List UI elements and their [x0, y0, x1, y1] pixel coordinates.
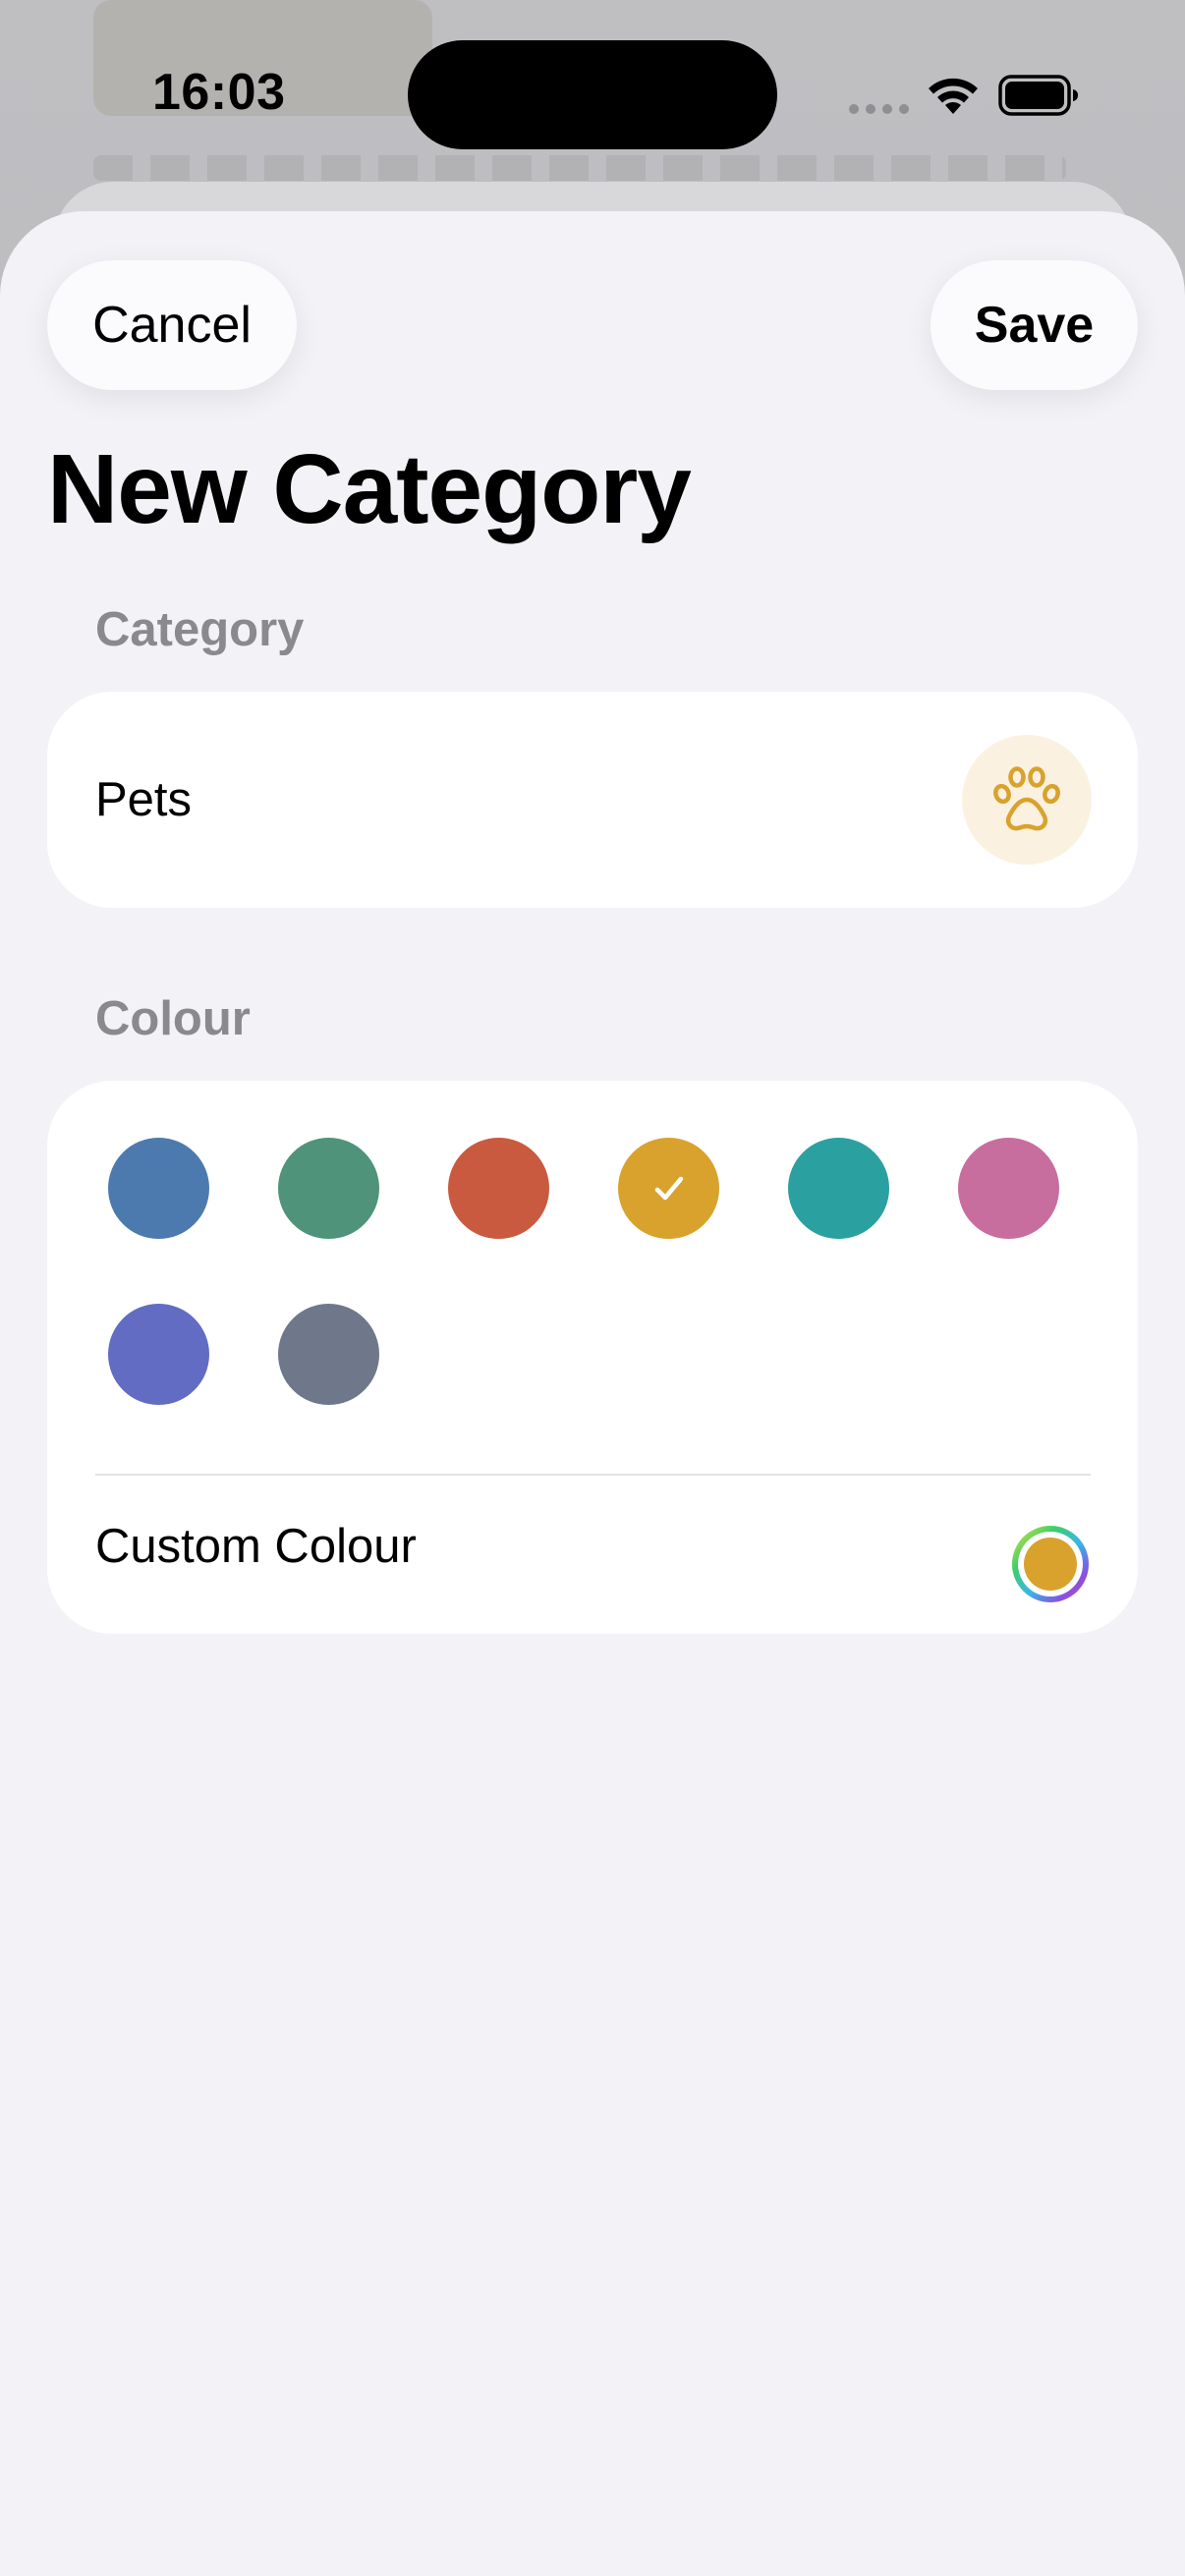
dynamic-island — [408, 40, 777, 149]
new-category-sheet: Cancel Save New Category Category Pets C… — [0, 211, 1185, 2576]
cancel-button[interactable]: Cancel — [47, 260, 297, 390]
colour-swatch-teal[interactable] — [788, 1138, 889, 1239]
category-section-label: Category — [95, 603, 305, 656]
colour-swatch-green[interactable] — [278, 1138, 379, 1239]
custom-colour-label[interactable]: Custom Colour — [95, 1519, 417, 1574]
wifi-icon — [929, 78, 978, 114]
color-wheel-icon[interactable] — [1008, 1522, 1093, 1606]
status-bar: 16:03 — [0, 0, 1185, 187]
colour-swatch-blue[interactable] — [108, 1138, 209, 1239]
colour-swatch-slate[interactable] — [278, 1304, 379, 1405]
colour-swatch-yellow[interactable] — [618, 1138, 719, 1239]
divider — [95, 1474, 1091, 1476]
status-time: 16:03 — [152, 64, 286, 121]
paw-icon — [993, 766, 1060, 831]
colour-swatch-pink[interactable] — [958, 1138, 1059, 1239]
category-card: Pets — [47, 692, 1138, 908]
category-icon-button[interactable] — [962, 735, 1092, 865]
checkmark-icon — [654, 1176, 683, 1200]
battery-icon — [998, 75, 1078, 116]
colour-swatch-indigo[interactable] — [108, 1304, 209, 1405]
cellular-signal-icon — [849, 104, 909, 114]
page-title: New Category — [47, 434, 692, 544]
colour-card: Custom Colour — [47, 1081, 1138, 1634]
category-name-field[interactable]: Pets — [95, 772, 192, 827]
save-button[interactable]: Save — [931, 260, 1138, 390]
colour-section-label: Colour — [95, 992, 251, 1045]
colour-swatch-red[interactable] — [448, 1138, 549, 1239]
